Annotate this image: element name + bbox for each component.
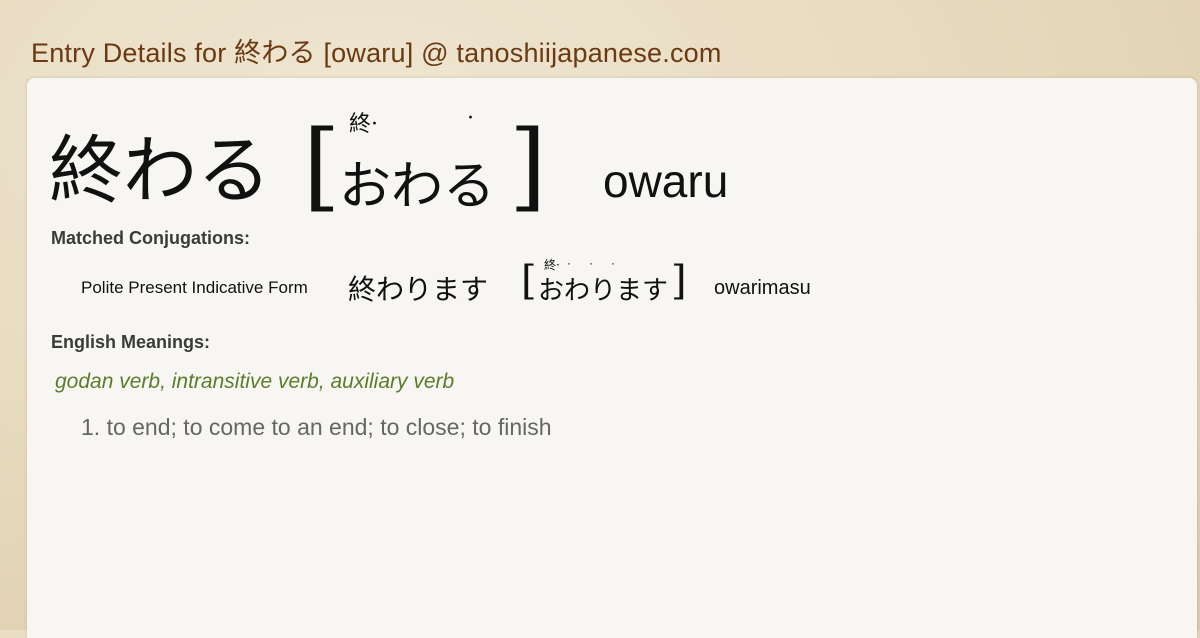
reading-bracket-close: ] bbox=[509, 110, 547, 222]
headword-kanji: 終わる bbox=[49, 128, 271, 214]
entry-panel: 終わる [ 終· · おわる ] owaru Matched Conjugati… bbox=[27, 78, 1197, 638]
conjugation-bracket-close: ] bbox=[671, 258, 687, 304]
headword: 終わる [ 終· · おわる ] owaru bbox=[49, 106, 809, 222]
furigana-dot: · bbox=[467, 106, 474, 131]
conjugation-row: Polite Present Indicative Form 終わります [ 終… bbox=[81, 256, 881, 316]
reading-bracket-open: [ bbox=[303, 110, 341, 222]
conjugation-bracket-open: [ bbox=[521, 258, 537, 304]
headword-kana: おわる bbox=[339, 157, 496, 217]
conjugation-kanji: 終わります bbox=[348, 273, 489, 306]
headword-furigana: 終· bbox=[349, 112, 378, 137]
parts-of-speech: godan verb, intransitive verb, auxiliary… bbox=[55, 370, 455, 393]
conjugation-kana: おわります bbox=[538, 276, 669, 306]
meaning-item: 1. to end; to come to an end; to close; … bbox=[81, 414, 552, 440]
matched-conjugations-label: Matched Conjugations: bbox=[51, 228, 250, 248]
page-title: Entry Details for 終わる [owaru] @ tanoshii… bbox=[31, 38, 722, 68]
conjugation-furigana-dots: ··· bbox=[567, 256, 633, 270]
english-meanings-label: English Meanings: bbox=[51, 332, 211, 352]
conjugation-romaji: owarimasu bbox=[714, 277, 811, 299]
headword-romaji: owaru bbox=[603, 155, 729, 207]
conjugation-form-name: Polite Present Indicative Form bbox=[81, 278, 308, 297]
